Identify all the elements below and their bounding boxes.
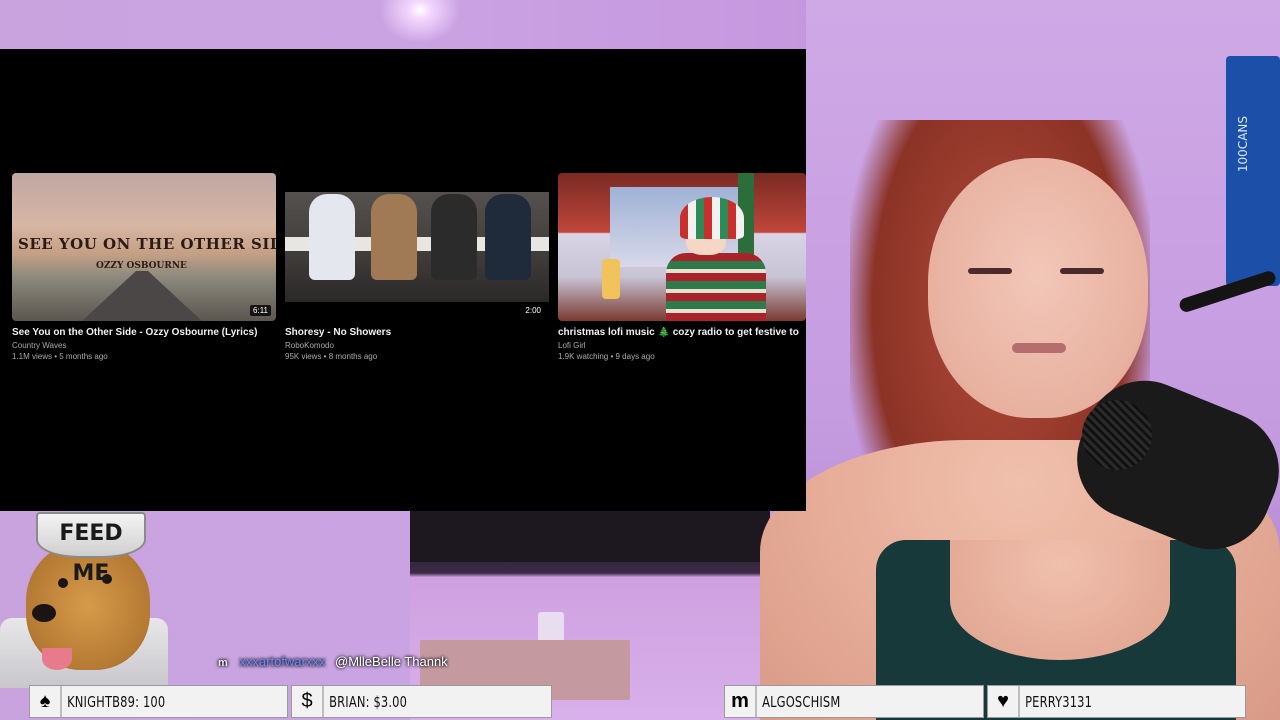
person-figure bbox=[309, 194, 355, 280]
girl-sweater bbox=[666, 253, 766, 321]
dog-tongue bbox=[42, 648, 72, 670]
feed-me-sign: FEED ME bbox=[36, 512, 146, 586]
event-latest-tip: ♠ KNIGHTB89: 100 bbox=[29, 685, 288, 718]
streamer-face bbox=[928, 158, 1148, 418]
event-latest-member: m ALGOSCHISM bbox=[724, 685, 984, 718]
mod-badge-icon: m bbox=[218, 657, 228, 669]
chat-message: m xxxartofwarxxx @MlleBelle Thannk bbox=[218, 654, 448, 669]
road bbox=[82, 271, 202, 321]
left-eye bbox=[968, 268, 1012, 274]
video-meta: 1.1M views • 5 months ago bbox=[12, 352, 108, 361]
youtube-panel: SEE YOU ON THE OTHER SIDE OZZY OSBOURNE … bbox=[0, 49, 806, 511]
video-card[interactable]: christmas lofi music 🎄 cozy radio to get… bbox=[558, 173, 806, 361]
right-eye bbox=[1060, 268, 1104, 274]
event-text: KNIGHTB89: 100 bbox=[67, 692, 166, 711]
video-duration: 2:00 bbox=[522, 305, 544, 316]
streamer-neckline bbox=[950, 540, 1170, 660]
chat-text: @MlleBelle Thannk bbox=[335, 654, 448, 669]
person-figure bbox=[371, 194, 417, 280]
can-label: 100CANS bbox=[1236, 116, 1250, 173]
video-title[interactable]: Shoresy - No Showers bbox=[285, 327, 549, 338]
dollar-icon: $ bbox=[292, 686, 324, 717]
video-duration: 6:11 bbox=[250, 305, 271, 316]
video-card[interactable]: SEE YOU ON THE OTHER SIDE OZZY OSBOURNE … bbox=[12, 173, 276, 361]
mouth bbox=[1012, 343, 1066, 353]
video-channel[interactable]: Lofi Girl bbox=[558, 341, 806, 350]
video-title[interactable]: See You on the Other Side - Ozzy Osbourn… bbox=[12, 327, 276, 338]
video-meta: 1.9K watching • 9 days ago bbox=[558, 352, 655, 361]
video-card[interactable]: 2:00 Shoresy - No Showers RoboKomodo 95K… bbox=[285, 173, 549, 361]
event-text: BRIAN: $3.00 bbox=[329, 692, 408, 711]
video-thumbnail[interactable]: 2:00 bbox=[285, 173, 549, 321]
event-text: ALGOSCHISM bbox=[762, 692, 841, 711]
event-latest-follower: ♥ PERRY3131 bbox=[987, 685, 1246, 718]
lamp bbox=[602, 259, 620, 299]
event-latest-donation: $ BRIAN: $3.00 bbox=[291, 685, 552, 718]
video-channel[interactable]: Country Waves bbox=[12, 341, 276, 350]
event-text: PERRY3131 bbox=[1025, 692, 1093, 711]
blue-can-box: 100CANS bbox=[1226, 56, 1280, 286]
microphone-grill bbox=[1082, 400, 1152, 470]
spade-icon: ♠ bbox=[30, 686, 62, 717]
desk-shelf bbox=[410, 510, 770, 562]
video-channel[interactable]: RoboKomodo bbox=[285, 341, 549, 350]
chat-username: xxxartofwarxxx bbox=[239, 654, 326, 669]
thumbnail-subtitle-text: OZZY OSBOURNE bbox=[96, 261, 187, 271]
thumbnail-title-text: SEE YOU ON THE OTHER SIDE bbox=[18, 235, 276, 253]
heart-icon: ♥ bbox=[988, 686, 1020, 717]
thumbnail-scene bbox=[285, 192, 549, 302]
person-figure bbox=[485, 194, 531, 280]
dog-nose bbox=[32, 604, 56, 622]
person-figure bbox=[431, 194, 477, 280]
video-title[interactable]: christmas lofi music 🎄 cozy radio to get… bbox=[558, 327, 806, 338]
video-meta: 95K views • 8 months ago bbox=[285, 352, 378, 361]
girl-hat bbox=[680, 197, 744, 239]
video-thumbnail[interactable]: SEE YOU ON THE OTHER SIDE OZZY OSBOURNE … bbox=[12, 173, 276, 321]
dog-eye bbox=[58, 578, 68, 588]
m-icon: m bbox=[725, 686, 757, 717]
video-thumbnail[interactable] bbox=[558, 173, 806, 321]
